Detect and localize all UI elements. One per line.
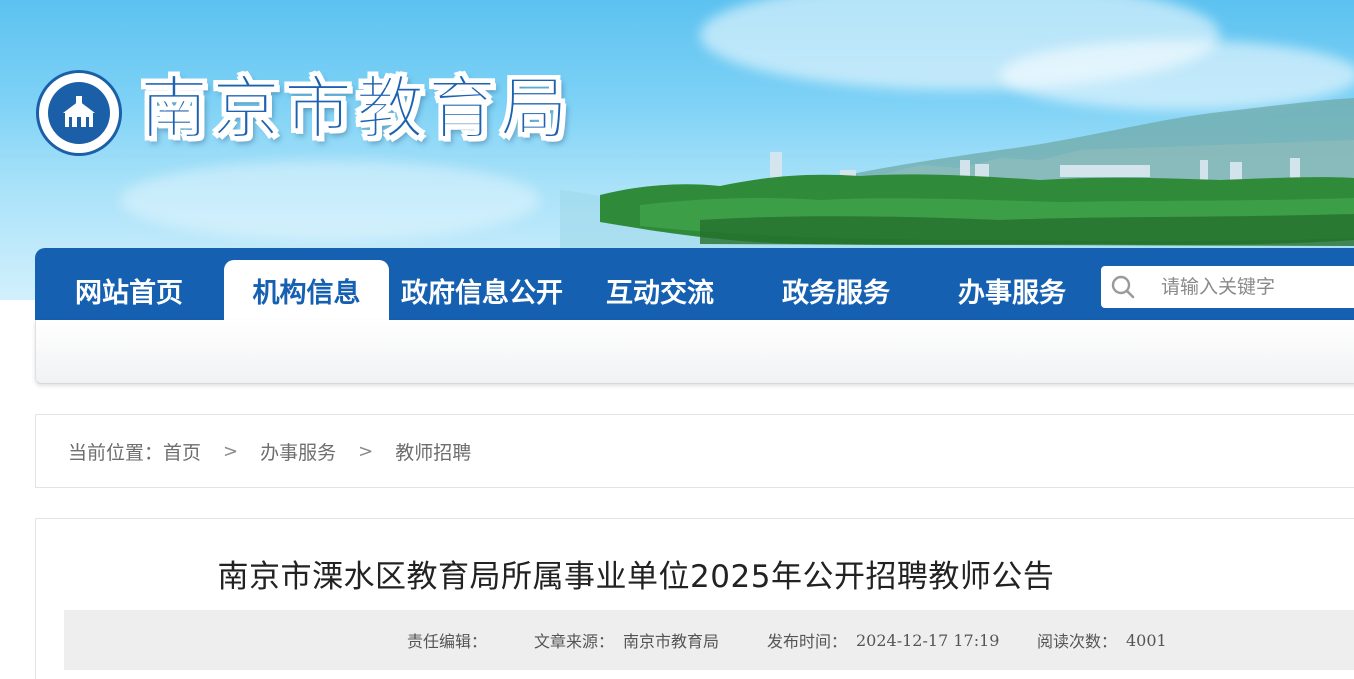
search-input[interactable] [1145,267,1354,307]
search-icon[interactable] [1101,266,1145,308]
main-nav: 网站首页 机构信息 政府信息公开 互动交流 政务服务 办事服务 [35,248,1354,320]
meta-time-value: 2024-12-17 17:19 [856,630,1000,650]
nav-item-home[interactable]: 网站首页 [43,260,215,320]
nav-item-services[interactable]: 办事服务 [927,260,1097,320]
breadcrumb-prefix: 当前位置： [68,441,164,464]
meta-source-value: 南京市教育局 [623,632,720,651]
breadcrumb: 当前位置： 首页 > 办事服务 > 教师招聘 [35,414,1354,488]
nav-item-government-info[interactable]: 政府信息公开 [397,260,567,320]
nav-item-gov-services[interactable]: 政务服务 [751,260,921,320]
site-title[interactable]: 南京市教育局 [139,66,572,152]
article-panel: 南京市溧水区教育局所属事业单位2025年公开招聘教师公告 责任编辑： 文章来源：… [35,518,1354,679]
article-meta-bar: 责任编辑： 文章来源： 南京市教育局 发布时间： 2024-12-17 17:1… [64,610,1354,670]
breadcrumb-separator: > [358,440,374,462]
meta-time-label: 发布时间： [767,632,848,651]
article-title: 南京市溧水区教育局所属事业单位2025年公开招聘教师公告 [217,559,1055,595]
meta-source-label: 文章来源： [534,632,615,651]
meta-editor-label: 责任编辑： [407,632,488,651]
breadcrumb-teacher-recruitment[interactable]: 教师招聘 [395,438,471,465]
building-icon [63,96,95,127]
meta-views-value: 4001 [1126,630,1167,650]
nav-item-organization[interactable]: 机构信息 [224,260,389,320]
nav-item-interaction[interactable]: 互动交流 [575,260,745,320]
search-box [1101,266,1354,308]
meta-views-label: 阅读次数： [1037,632,1118,651]
breadcrumb-separator: > [223,440,239,462]
breadcrumb-services[interactable]: 办事服务 [260,438,336,465]
sub-nav-bar [35,320,1354,384]
breadcrumb-home[interactable]: 首页 [163,438,201,465]
nanjing-education-emblem-icon[interactable] [36,70,122,156]
